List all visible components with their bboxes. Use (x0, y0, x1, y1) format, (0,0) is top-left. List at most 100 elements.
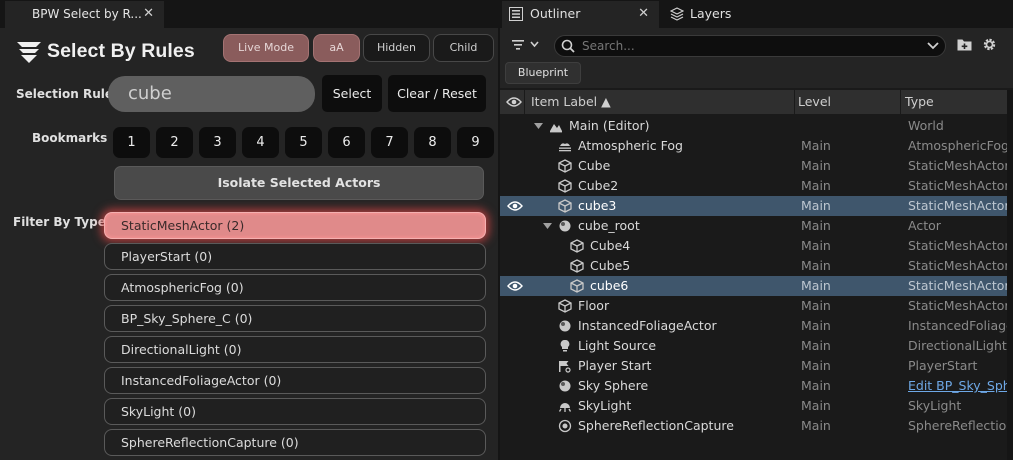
filter-instanced-foliage-actor[interactable]: InstancedFoliageActor (0) (104, 367, 486, 394)
filter-bp-sky-sphere[interactable]: BP_Sky_Sphere_C (0) (104, 305, 486, 332)
filter-player-start[interactable]: PlayerStart (0) (104, 243, 486, 270)
blueprint-filter-button[interactable]: Blueprint (505, 62, 581, 84)
visibility-eye-icon[interactable] (507, 200, 523, 212)
selection-rule-input[interactable]: cube (108, 76, 315, 112)
tree-row[interactable]: Cube Main StaticMeshActor (500, 156, 1007, 176)
item-type: World (908, 118, 944, 133)
bookmark-9-button[interactable]: 9 (457, 127, 494, 158)
outliner-panel: Outliner ✕ Layers Search... Blueprint It… (500, 0, 1013, 460)
item-label: Floor (578, 298, 610, 313)
actor-icon (559, 380, 571, 392)
tree-row[interactable]: SkyLight Main SkyLight (500, 396, 1007, 416)
filter-directional-light[interactable]: DirectionalLight (0) (104, 336, 486, 363)
tree-row[interactable]: Player Start Main PlayerStart (500, 356, 1007, 376)
item-type: SphereReflection (908, 418, 1007, 433)
item-level: Main (801, 178, 831, 193)
bookmarks-label: Bookmarks (32, 131, 108, 145)
item-level: Main (801, 138, 831, 153)
chevron-down-icon[interactable] (927, 42, 939, 50)
blueprint-filter-row: Blueprint (500, 62, 1013, 88)
edit-blueprint-link[interactable]: Edit BP_Sky_Sph (908, 378, 1007, 393)
player-start-icon (559, 361, 571, 373)
select-button[interactable]: Select (322, 75, 382, 112)
column-divider[interactable] (794, 90, 795, 114)
gear-icon[interactable] (982, 37, 997, 52)
skylight-icon (558, 403, 572, 412)
tree-row[interactable]: SphereReflectionCapture Main SphereReflect… (500, 416, 1007, 436)
tab-layers[interactable]: Layers (666, 1, 756, 28)
visibility-eye-icon[interactable] (507, 280, 523, 292)
bookmark-8-button[interactable]: 8 (414, 127, 451, 158)
outliner-toolbar: Search... (500, 28, 1013, 62)
tree-row[interactable]: cube_root Main Actor (500, 216, 1007, 236)
bookmark-7-button[interactable]: 7 (371, 127, 408, 158)
item-label: InstancedFoliageActor (578, 318, 717, 333)
item-label: cube3 (578, 198, 617, 213)
select-by-rules-logo: Select By Rules (16, 38, 195, 64)
tree-row[interactable]: Cube4 Main StaticMeshActor (500, 236, 1007, 256)
outliner-search-input[interactable]: Search... (554, 35, 946, 57)
isolate-selected-actors-button[interactable]: Isolate Selected Actors (114, 166, 484, 200)
tree-row[interactable]: InstancedFoliageActor Main InstancedFoliag… (500, 316, 1007, 336)
bookmark-6-button[interactable]: 6 (328, 127, 365, 158)
filter-static-mesh-actor[interactable]: StaticMeshActor (2) (104, 212, 486, 239)
item-level: Main (801, 218, 831, 233)
bookmark-5-button[interactable]: 5 (285, 127, 322, 158)
item-type: StaticMeshActor (908, 198, 1007, 213)
item-type: SkyLight (908, 398, 962, 413)
case-sensitive-toggle[interactable]: aA (313, 34, 360, 62)
item-level: Main (801, 318, 831, 333)
item-type: StaticMeshActor (908, 178, 1007, 193)
static-mesh-icon (558, 159, 572, 173)
column-type[interactable]: Type (905, 94, 934, 109)
column-level[interactable]: Level (798, 94, 831, 109)
close-icon[interactable]: ✕ (143, 1, 154, 27)
column-divider[interactable] (524, 90, 525, 114)
static-mesh-icon (570, 259, 584, 273)
tree-row[interactable]: Atmospheric Fog Main AtmosphericFog (500, 136, 1007, 156)
item-label: Atmospheric Fog (578, 138, 683, 153)
column-divider[interactable] (900, 90, 901, 114)
bookmark-2-button[interactable]: 2 (156, 127, 193, 158)
item-label: Cube4 (590, 238, 631, 253)
expand-arrow-icon[interactable] (534, 123, 543, 129)
tree-row[interactable]: Cube2 Main StaticMeshActor (500, 176, 1007, 196)
item-level: Main (801, 198, 831, 213)
static-mesh-icon (570, 239, 584, 253)
add-folder-icon[interactable] (957, 38, 972, 51)
tree-row[interactable]: cube3 Main StaticMeshActor (500, 196, 1007, 216)
filter-dropdown-icon[interactable] (512, 39, 542, 51)
live-mode-toggle[interactable]: Live Mode (223, 34, 309, 62)
static-mesh-icon (558, 199, 572, 213)
hidden-toggle[interactable]: Hidden (363, 34, 430, 62)
filter-sky-light[interactable]: SkyLight (0) (104, 398, 486, 425)
tab-select-by-rules[interactable]: BPW Select by R... ✕ (5, 1, 164, 28)
static-mesh-icon (558, 299, 572, 313)
clear-reset-button[interactable]: Clear / Reset (388, 75, 486, 112)
bookmark-3-button[interactable]: 3 (199, 127, 236, 158)
expand-arrow-icon[interactable] (543, 223, 552, 229)
outliner-column-header: Item Label ▲ Level Type (500, 90, 1007, 114)
outliner-scrollbar[interactable] (1007, 90, 1013, 460)
item-label: SphereReflectionCapture (578, 418, 734, 433)
filter-atmospheric-fog[interactable]: AtmosphericFog (0) (104, 274, 486, 301)
tree-row[interactable]: Light Source Main DirectionalLight (500, 336, 1007, 356)
item-level: Main (801, 398, 831, 413)
actor-icon (559, 320, 571, 332)
tree-row[interactable]: Main (Editor) World (500, 116, 1007, 136)
tree-row[interactable]: Cube5 Main StaticMeshActor (500, 256, 1007, 276)
tab-outliner[interactable]: Outliner ✕ (502, 1, 659, 28)
tree-row[interactable]: Sky Sphere Main Edit BP_Sky_Sph (500, 376, 1007, 396)
close-icon[interactable]: ✕ (638, 1, 649, 27)
filter-sphere-reflection-capture[interactable]: SphereReflectionCapture (0) (104, 429, 486, 456)
item-type: InstancedFoliage (908, 318, 1007, 333)
visibility-eye-icon[interactable] (506, 96, 522, 108)
tree-row[interactable]: Floor Main StaticMeshActor (500, 296, 1007, 316)
child-toggle[interactable]: Child (433, 34, 494, 62)
item-level: Main (801, 278, 831, 293)
static-mesh-icon (570, 279, 584, 293)
tree-row[interactable]: cube6 Main StaticMeshActor (500, 276, 1007, 296)
column-item-label[interactable]: Item Label ▲ (531, 94, 611, 109)
bookmark-1-button[interactable]: 1 (113, 127, 150, 158)
bookmark-4-button[interactable]: 4 (242, 127, 279, 158)
